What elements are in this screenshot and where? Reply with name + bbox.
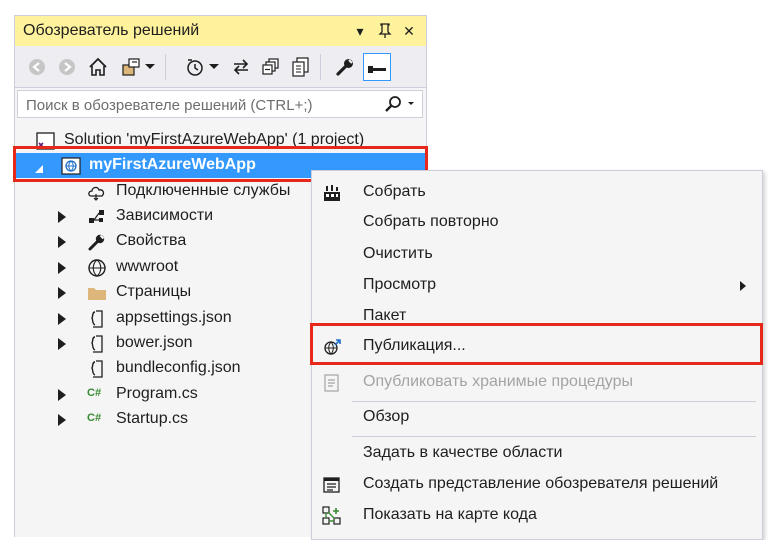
new-view-icon — [322, 475, 342, 495]
menu-separator — [352, 436, 756, 437]
tree-item-label: Program.cs — [116, 385, 198, 402]
panel-title-bar[interactable]: Обозреватель решений ▾ ✕ — [15, 16, 426, 46]
menu-item-label: Собрать — [363, 183, 426, 200]
csharp-file-icon: C# — [87, 387, 102, 399]
tree-item-label: bower.json — [116, 334, 193, 351]
menu-item-publish[interactable]: Публикация... — [312, 332, 762, 362]
web-project-icon — [61, 156, 81, 176]
collapsed-arrow-icon[interactable] — [58, 287, 66, 299]
connected-services-icon — [87, 182, 107, 202]
collapsed-arrow-icon[interactable] — [58, 236, 66, 248]
show-all-files-icon[interactable] — [289, 55, 313, 79]
auto-hide-pin-icon[interactable] — [375, 20, 395, 42]
menu-item-pack[interactable]: Пакет — [312, 302, 762, 332]
json-file-icon — [87, 309, 107, 329]
menu-item-label: Обзор — [363, 408, 410, 425]
panel-title: Обозреватель решений — [23, 22, 200, 39]
back-icon[interactable] — [25, 55, 49, 79]
collapsed-arrow-icon[interactable] — [58, 211, 66, 223]
collapsed-arrow-icon[interactable] — [58, 389, 66, 401]
menu-item-rebuild[interactable]: Собрать повторно — [312, 208, 762, 238]
collapse-all-icon[interactable] — [259, 55, 283, 79]
tree-item-label: appsettings.json — [116, 309, 232, 326]
submenu-arrow-icon — [740, 281, 746, 291]
menu-item-browse[interactable]: Обзор — [312, 403, 762, 433]
wrench-icon — [87, 232, 107, 252]
tree-item-label: wwwroot — [116, 258, 179, 275]
menu-item-clean[interactable]: Очистить — [312, 240, 762, 270]
json-file-icon — [87, 359, 107, 379]
search-box[interactable] — [17, 90, 423, 118]
code-map-icon — [322, 506, 342, 526]
collapsed-arrow-icon[interactable] — [58, 414, 66, 426]
tree-item-solution[interactable]: Solution 'myFirstAzureWebApp' (1 project… — [15, 128, 426, 153]
sync-icon[interactable] — [229, 55, 253, 79]
switch-views-icon[interactable] — [119, 55, 143, 79]
properties-wrench-icon[interactable] — [333, 55, 357, 79]
solution-icon — [36, 131, 56, 151]
toolbar-separator — [165, 54, 166, 80]
switch-views-dropdown-icon[interactable] — [143, 55, 157, 79]
context-menu: Собрать Собрать повторно Очистить Просмо… — [311, 170, 763, 540]
pending-changes-icon[interactable] — [183, 55, 207, 79]
menu-item-build[interactable]: Собрать — [312, 178, 762, 208]
menu-item-label: Показать на карте кода — [363, 506, 537, 523]
pending-changes-dropdown-icon[interactable] — [207, 55, 221, 79]
collapsed-arrow-icon[interactable] — [58, 338, 66, 350]
menu-item-label: Очистить — [363, 245, 433, 262]
close-icon[interactable]: ✕ — [399, 20, 419, 42]
menu-item-label: Просмотр — [363, 276, 437, 293]
tree-item-label: Зависимости — [116, 207, 214, 224]
project-label: myFirstAzureWebApp — [89, 156, 256, 173]
menu-item-view[interactable]: Просмотр — [312, 271, 762, 301]
window-options-icon[interactable]: ▾ — [350, 20, 370, 42]
menu-item-label: Создать представление обозревателя решен… — [363, 475, 719, 492]
tree-item-label: Свойства — [116, 232, 187, 249]
menu-item-publish-stored-procedures: Опубликовать хранимые процедуры — [312, 368, 762, 398]
menu-item-set-as-scope[interactable]: Задать в качестве области — [312, 439, 762, 469]
build-icon — [322, 183, 342, 203]
tree-item-label: Подключенные службы — [116, 182, 291, 199]
tree-item-label: Startup.cs — [116, 410, 189, 427]
search-icon[interactable] — [382, 94, 418, 114]
collapsed-arrow-icon[interactable] — [58, 262, 66, 274]
solution-label: Solution 'myFirstAzureWebApp' (1 project… — [64, 131, 365, 148]
globe-icon — [87, 258, 107, 278]
forward-icon[interactable] — [55, 55, 79, 79]
toolbar-separator — [320, 54, 321, 80]
menu-item-label: Пакет — [363, 307, 407, 324]
search-input[interactable] — [24, 94, 378, 116]
folder-icon — [87, 283, 107, 303]
json-file-icon — [87, 334, 107, 354]
collapsed-arrow-icon[interactable] — [58, 313, 66, 325]
tree-item-label: bundleconfig.json — [116, 359, 241, 376]
home-icon[interactable] — [86, 55, 110, 79]
publish-procedures-icon — [322, 373, 342, 393]
solution-explorer-toolbar — [15, 46, 426, 88]
tree-item-label: Страницы — [116, 283, 192, 300]
menu-item-label: Собрать повторно — [363, 213, 499, 230]
menu-item-label: Публикация... — [363, 337, 466, 354]
csharp-file-icon: C# — [87, 412, 102, 424]
preview-selected-items-icon[interactable] — [363, 53, 391, 81]
menu-item-show-on-code-map[interactable]: Показать на карте кода — [312, 501, 762, 531]
menu-item-label: Задать в качестве области — [363, 444, 563, 461]
menu-separator — [352, 401, 756, 402]
menu-item-new-solution-explorer-view[interactable]: Создать представление обозревателя решен… — [312, 470, 762, 500]
publish-globe-icon — [322, 337, 342, 357]
dependencies-icon — [87, 207, 107, 227]
menu-item-label: Опубликовать хранимые процедуры — [363, 373, 634, 390]
